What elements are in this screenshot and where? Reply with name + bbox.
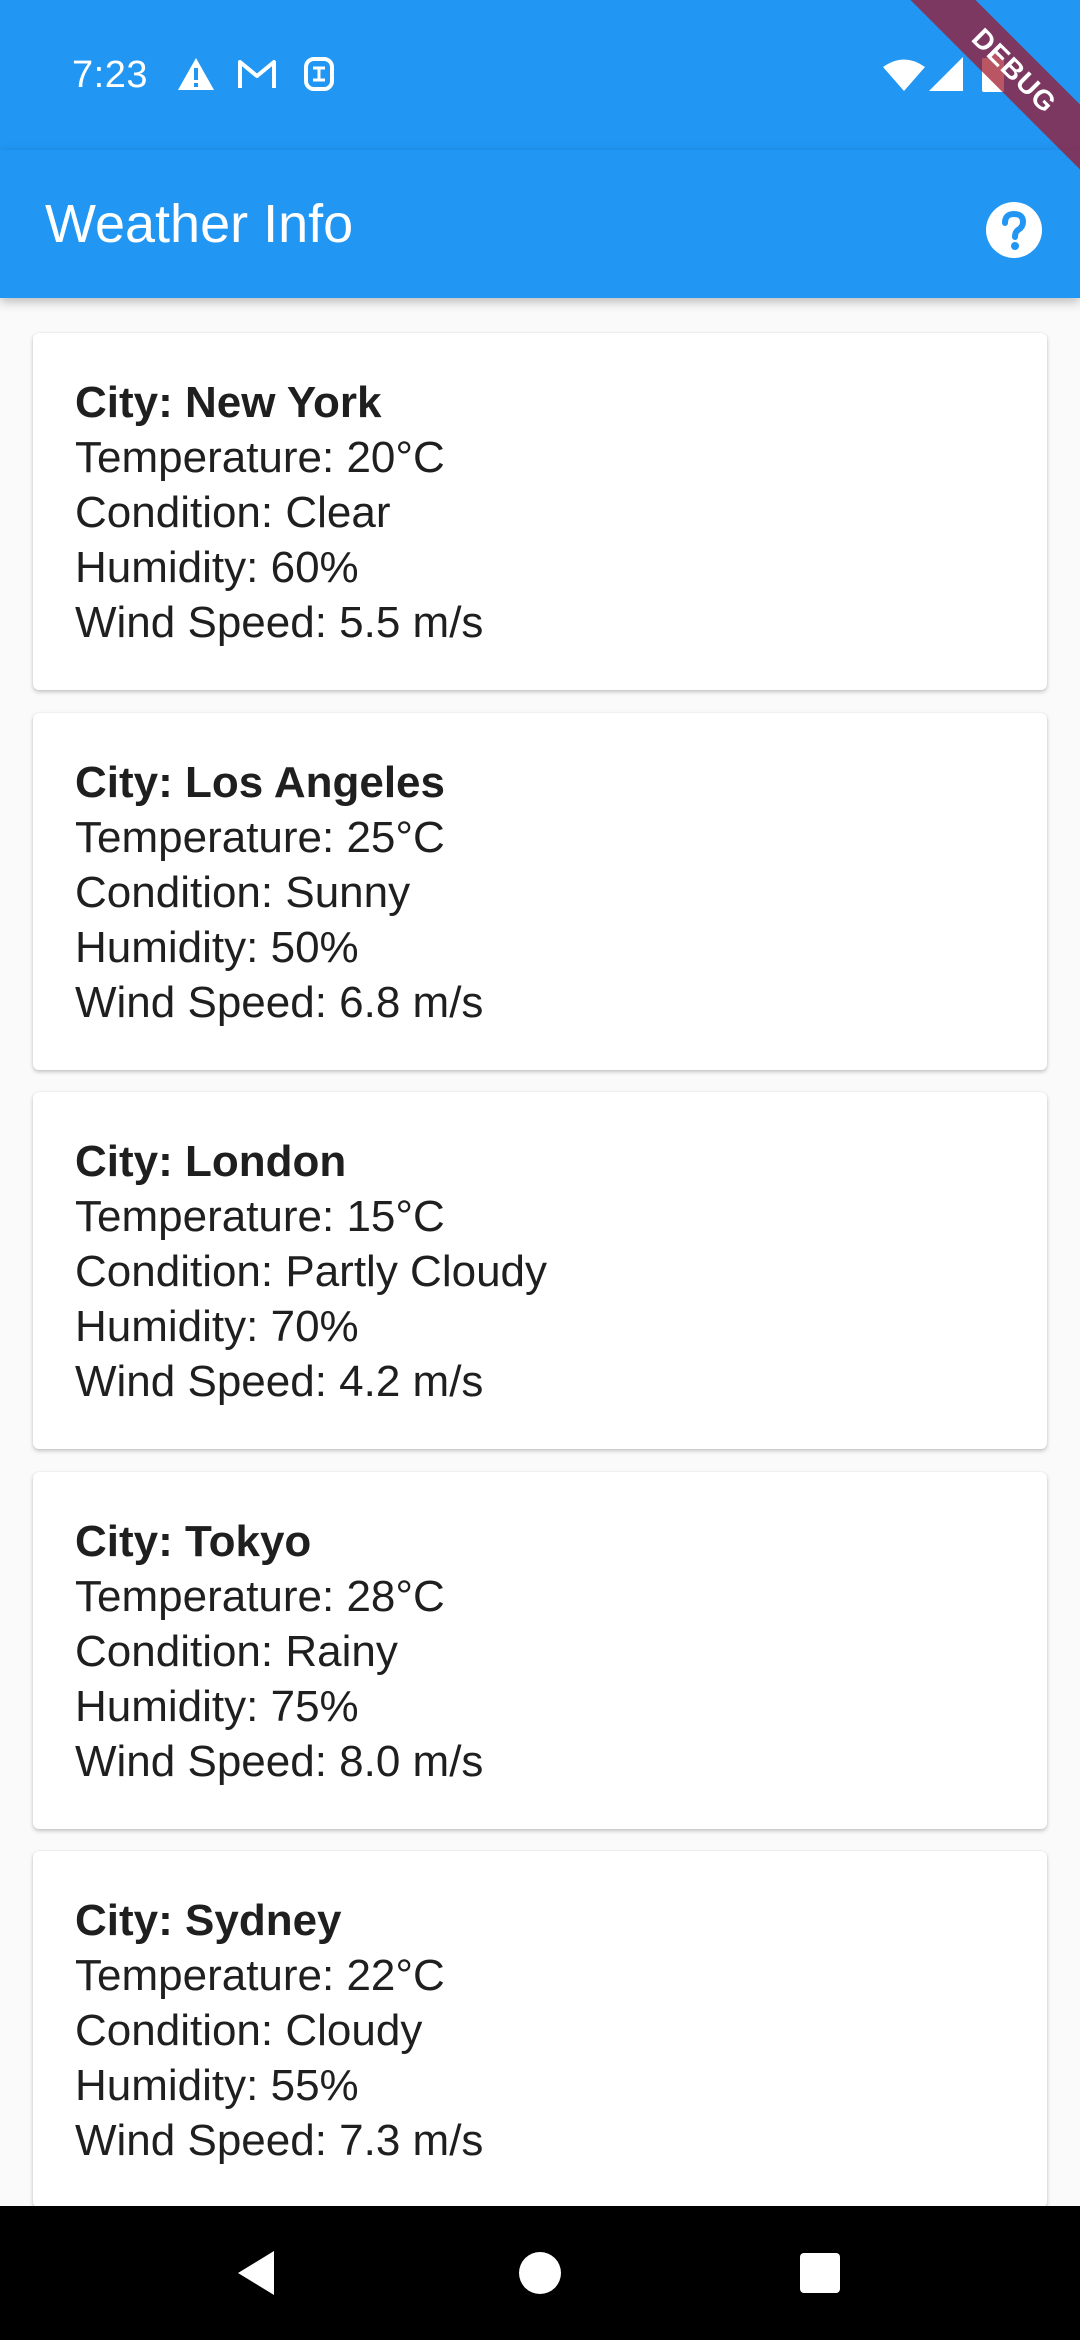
wind-speed-text: Wind Speed: 6.8 m/s	[75, 978, 484, 1027]
condition-text: Condition: Clear	[75, 488, 391, 537]
weather-card: City: London Temperature: 15°C Condition…	[33, 1092, 1047, 1449]
condition-text: Condition: Cloudy	[75, 2006, 423, 2055]
gmail-icon	[238, 60, 276, 88]
city-name: City: Tokyo	[75, 1517, 312, 1566]
recents-button[interactable]	[776, 2229, 864, 2317]
warning-icon	[178, 58, 214, 90]
humidity-text: Humidity: 55%	[75, 2061, 359, 2110]
home-button[interactable]	[496, 2229, 584, 2317]
weather-card: City: Tokyo Temperature: 28°C Condition:…	[33, 1472, 1047, 1829]
weather-card: City: Sydney Temperature: 22°C Condition…	[33, 1851, 1047, 2206]
status-time: 7:23	[72, 54, 148, 96]
system-nav-bar	[0, 2206, 1080, 2340]
humidity-text: Humidity: 60%	[75, 543, 359, 592]
wind-speed-text: Wind Speed: 8.0 m/s	[75, 1737, 484, 1786]
status-bar: 7:23	[0, 0, 1080, 150]
wind-speed-text: Wind Speed: 7.3 m/s	[75, 2116, 484, 2165]
temperature-text: Temperature: 25°C	[75, 813, 445, 862]
help-button[interactable]	[970, 186, 1058, 274]
weather-card: City: Los Angeles Temperature: 25°C Cond…	[33, 713, 1047, 1070]
condition-text: Condition: Sunny	[75, 868, 411, 917]
recents-icon	[800, 2253, 840, 2293]
temperature-text: Temperature: 20°C	[75, 433, 445, 482]
city-name: City: Los Angeles	[75, 758, 445, 807]
back-button[interactable]	[212, 2229, 300, 2317]
humidity-text: Humidity: 50%	[75, 923, 359, 972]
humidity-text: Humidity: 70%	[75, 1302, 359, 1351]
humidity-text: Humidity: 75%	[75, 1682, 359, 1731]
temperature-text: Temperature: 22°C	[75, 1951, 445, 2000]
battery-icon	[982, 54, 1004, 92]
sim-icon	[304, 57, 334, 91]
wind-speed-text: Wind Speed: 4.2 m/s	[75, 1357, 484, 1406]
wind-speed-text: Wind Speed: 5.5 m/s	[75, 598, 484, 647]
page-title: Weather Info	[45, 194, 354, 254]
city-name: City: Sydney	[75, 1896, 342, 1945]
cellular-signal-icon	[929, 57, 963, 91]
city-name: City: London	[75, 1137, 347, 1186]
help-icon	[986, 202, 1042, 258]
temperature-text: Temperature: 15°C	[75, 1192, 445, 1241]
weather-card: City: New York Temperature: 20°C Conditi…	[33, 333, 1047, 690]
wifi-icon	[883, 59, 925, 91]
condition-text: Condition: Rainy	[75, 1627, 398, 1676]
condition-text: Condition: Partly Cloudy	[75, 1247, 548, 1296]
back-icon	[238, 2251, 274, 2295]
temperature-text: Temperature: 28°C	[75, 1572, 445, 1621]
home-icon	[519, 2252, 561, 2294]
weather-list[interactable]: City: New York Temperature: 20°C Conditi…	[0, 298, 1080, 2206]
city-name: City: New York	[75, 378, 382, 427]
app-bar: Weather Info	[0, 150, 1080, 298]
